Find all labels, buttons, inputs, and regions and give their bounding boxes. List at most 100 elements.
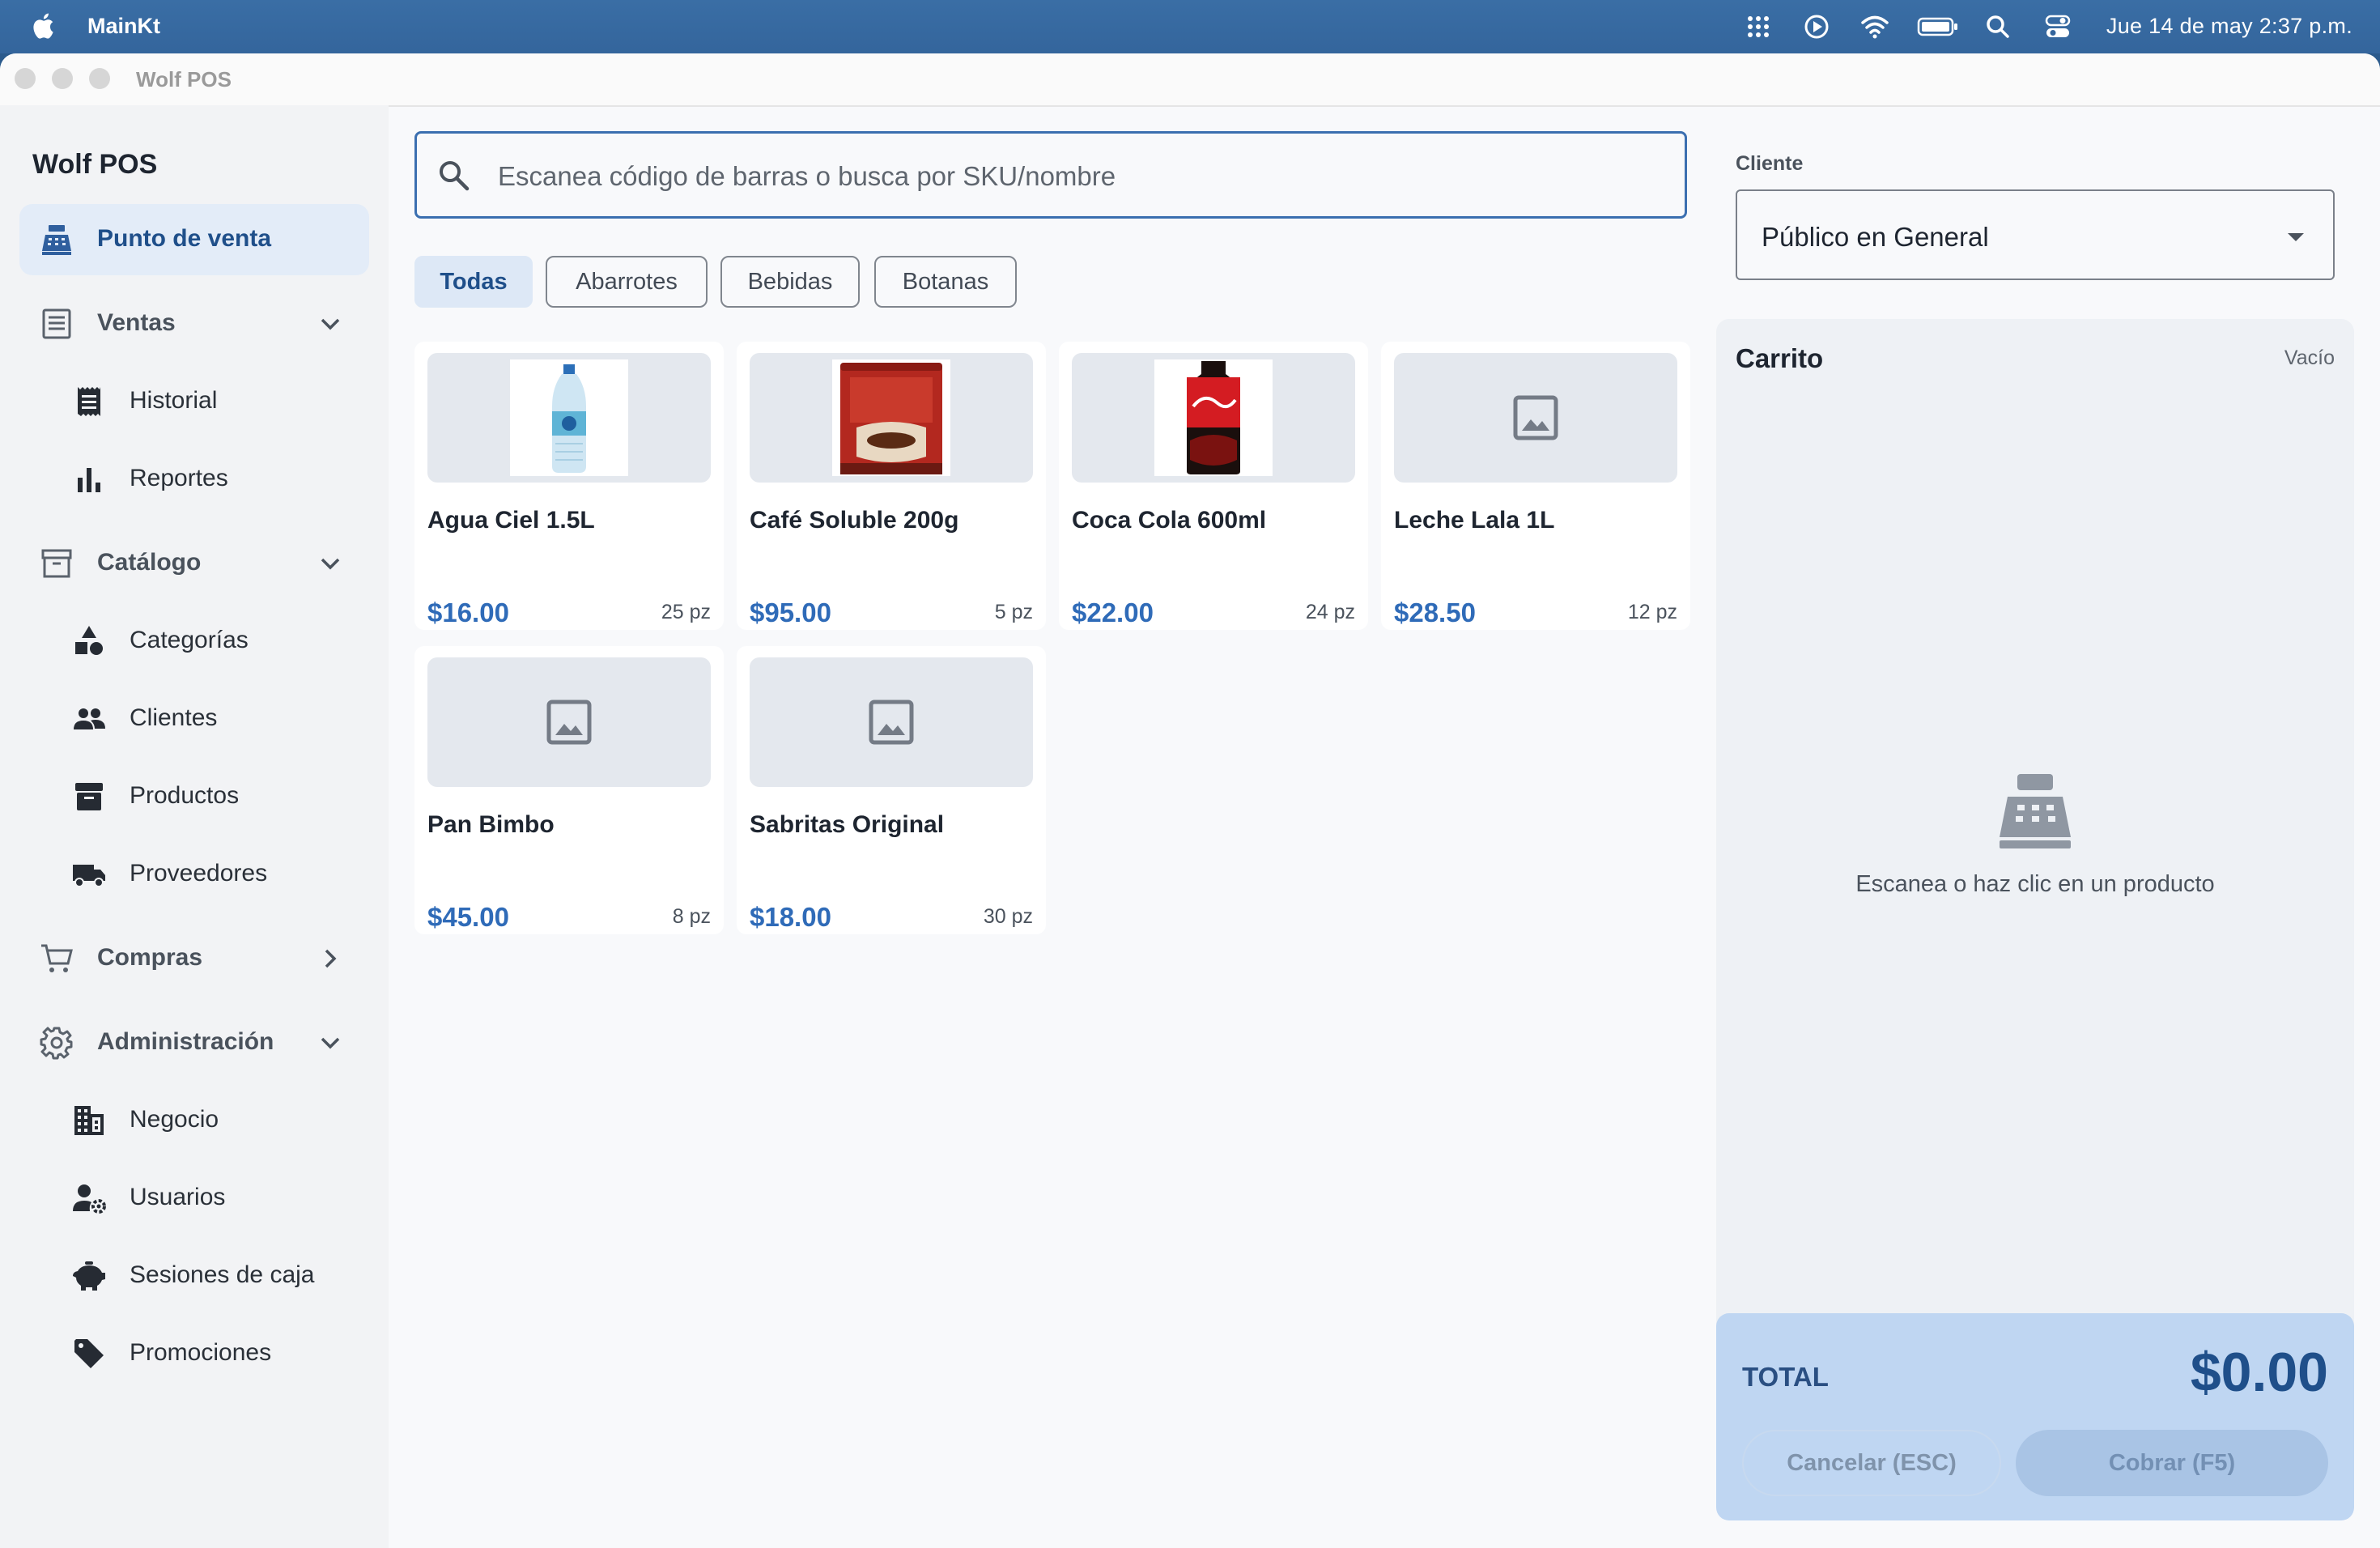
sidebar-item-label: Historial [130,387,218,414]
sidebar: Wolf POS Punto de venta Ventas Historial… [0,105,389,1548]
sidebar-item-label: Proveedores [130,860,268,887]
product-card[interactable]: Agua Ciel 1.5L $16.00 25 pz [414,342,724,630]
product-image [1394,353,1677,483]
total-label: TOTAL [1742,1362,1829,1392]
chevron-down-icon[interactable] [312,546,348,581]
sidebar-group-catalogo[interactable]: Catálogo [19,528,369,599]
archive-box-icon [41,549,72,578]
cancel-button[interactable]: Cancelar (ESC) [1742,1430,2001,1496]
sidebar-item-historial[interactable]: Historial [19,366,369,437]
product-name: Leche Lala 1L [1394,507,1555,534]
battery-icon[interactable] [1917,13,1959,40]
product-stock: 8 pz [672,905,711,928]
product-name: Coca Cola 600ml [1072,507,1267,534]
spotlight-search-icon[interactable] [1983,13,2012,40]
sidebar-item-negocio[interactable]: Negocio [19,1085,369,1156]
image-placeholder-icon [869,700,914,745]
product-name: Pan Bimbo [427,811,555,838]
sidebar-item-clientes[interactable]: Clientes [19,683,369,755]
product-card[interactable]: Coca Cola 600ml $22.00 24 pz [1059,342,1368,630]
sidebar-item-productos[interactable]: Productos [19,761,369,832]
dropdown-arrow-icon[interactable] [2281,222,2310,251]
sidebar-item-usuarios[interactable]: Usuarios [19,1163,369,1234]
total-amount: $0.00 [2190,1342,2328,1403]
water-bottle-image [510,359,628,476]
filter-chip-todas[interactable]: Todas [414,256,533,308]
sidebar-item-reportes[interactable]: Reportes [19,444,369,515]
sidebar-item-categorias[interactable]: Categorías [19,606,369,677]
chevron-right-icon[interactable] [312,941,348,976]
product-stock: 5 pz [994,601,1033,623]
sidebar-item-label: Productos [130,782,240,809]
cart-empty-message: Escanea o haz clic en un producto [1855,871,2215,897]
product-card[interactable]: Sabritas Original $18.00 30 pz [737,646,1046,934]
cash-register-icon [2000,774,2071,848]
product-card[interactable]: Pan Bimbo $45.00 8 pz [414,646,724,934]
sidebar-item-label: Clientes [130,704,218,731]
search-icon [440,161,470,191]
cash-register-icon [42,225,71,255]
tag-icon [74,1339,104,1368]
sidebar-item-label: Compras [97,944,203,971]
sidebar-group-ventas[interactable]: Ventas [19,288,369,359]
product-stock: 12 pz [1627,601,1677,623]
client-select[interactable]: Público en General [1736,189,2335,280]
product-card[interactable]: Café Soluble 200g $95.00 5 pz [737,342,1046,630]
soda-bottle-image [1154,359,1273,476]
window-title: Wolf POS [136,67,232,91]
cart-status: Vacío [2284,347,2335,369]
product-price: $95.00 [750,598,831,627]
product-card[interactable]: Leche Lala 1L $28.50 12 pz [1381,342,1690,630]
shopping-cart-icon [41,944,73,972]
product-image [1072,353,1355,483]
gear-icon [40,1027,73,1060]
piggy-bank-icon [73,1261,105,1291]
filter-chip-abarrotes[interactable]: Abarrotes [546,256,708,308]
filter-chip-bebidas[interactable]: Bebidas [720,256,860,308]
filter-chip-botanas[interactable]: Botanas [874,256,1017,308]
sidebar-group-administracion[interactable]: Administración [19,1007,369,1078]
sidebar-item-label: Punto de venta [97,225,272,252]
sidebar-item-proveedores[interactable]: Proveedores [19,839,369,910]
product-price: $16.00 [427,598,509,627]
search-input[interactable]: Escanea código de barras o busca por SKU… [414,131,1687,219]
sidebar-item-sesiones-de-caja[interactable]: Sesiones de caja [19,1240,369,1312]
zoom-window-button[interactable] [89,68,110,89]
cart-title: Carrito [1736,343,1824,373]
product-price: $18.00 [750,902,831,932]
receipt-icon [78,387,100,416]
people-icon [74,708,105,729]
product-name: Agua Ciel 1.5L [427,507,595,534]
wifi-icon[interactable] [1860,13,1889,40]
product-stock: 30 pz [983,905,1033,928]
window-titlebar: Wolf POS [0,53,2380,107]
control-center-dots-icon[interactable] [1744,13,1773,40]
menubar-clock[interactable]: Jue 14 de may 2:37 p.m. [2106,14,2352,39]
sidebar-item-label: Promociones [130,1339,272,1366]
close-window-button[interactable] [15,68,36,89]
sidebar-group-compras[interactable]: Compras [19,923,369,994]
product-image [750,657,1033,787]
chevron-down-icon[interactable] [312,306,348,342]
sidebar-item-label: Administración [97,1028,274,1055]
sidebar-item-label: Categorías [130,627,249,653]
product-name: Sabritas Original [750,811,945,838]
minimize-window-button[interactable] [52,68,73,89]
sidebar-item-punto-de-venta[interactable]: Punto de venta [19,204,369,275]
product-stock: 24 pz [1305,601,1355,623]
app-menu-name[interactable]: MainKt [87,14,160,39]
truck-icon [73,865,105,887]
control-center-toggle-icon[interactable] [2043,13,2072,40]
user-settings-icon [73,1184,106,1214]
chevron-down-icon[interactable] [312,1025,348,1061]
sidebar-item-promociones[interactable]: Promociones [19,1318,369,1389]
apple-icon[interactable] [31,11,58,41]
sidebar-item-label: Usuarios [130,1184,226,1210]
receipt-list-icon [42,308,71,339]
app-window: Wolf POS Wolf POS Punto de venta Ventas [0,53,2380,1548]
product-stock: 25 pz [661,601,711,623]
play-icon[interactable] [1802,13,1831,40]
product-price: $28.50 [1394,598,1476,627]
charge-button[interactable]: Cobrar (F5) [2016,1430,2328,1496]
shapes-icon [75,626,103,655]
